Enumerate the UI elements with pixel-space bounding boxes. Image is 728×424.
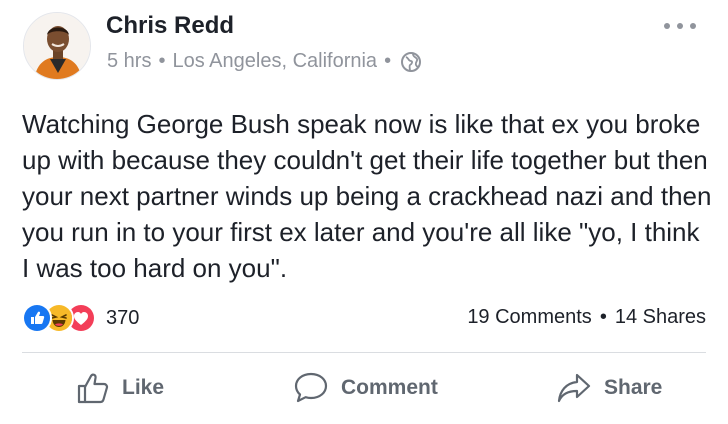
separator-dot: • (599, 306, 607, 328)
reactions-summary[interactable]: 370 (22, 303, 139, 333)
share-label: Share (604, 376, 663, 399)
comment-bubble-icon (294, 372, 328, 403)
like-reaction-icon (22, 303, 52, 333)
engagement-summary: 19 Comments • 14 Shares (467, 306, 706, 329)
dot (664, 23, 670, 29)
like-button[interactable]: Like (76, 368, 164, 408)
post-time[interactable]: 5 hrs (107, 50, 151, 73)
author-avatar[interactable] (23, 12, 91, 80)
comment-label: Comment (341, 376, 438, 399)
globe-icon[interactable] (400, 51, 422, 73)
more-options-icon[interactable] (664, 18, 696, 34)
actions-divider (22, 352, 706, 353)
avatar-image (24, 13, 90, 79)
reaction-count: 370 (106, 306, 140, 329)
post-card: Chris Redd 5 hrs • Los Angeles, Californ… (0, 0, 728, 424)
author-name[interactable]: Chris Redd (106, 12, 234, 40)
separator-dot: • (384, 50, 392, 72)
dot (677, 23, 683, 29)
dot (690, 23, 696, 29)
like-label: Like (122, 376, 165, 399)
post-text: Watching George Bush speak now is like t… (22, 109, 712, 283)
thumbs-up-icon (77, 373, 109, 404)
separator-dot: • (158, 50, 166, 72)
action-bar: Like Comment Share (0, 360, 728, 420)
comment-button[interactable]: Comment (293, 368, 438, 408)
share-arrow-icon (557, 373, 591, 403)
comments-count[interactable]: 19 Comments (467, 306, 592, 329)
shares-count[interactable]: 14 Shares (615, 306, 706, 329)
share-button[interactable]: Share (556, 368, 662, 408)
post-location[interactable]: Los Angeles, California (172, 50, 377, 73)
post-meta: 5 hrs • Los Angeles, California • (107, 50, 422, 73)
